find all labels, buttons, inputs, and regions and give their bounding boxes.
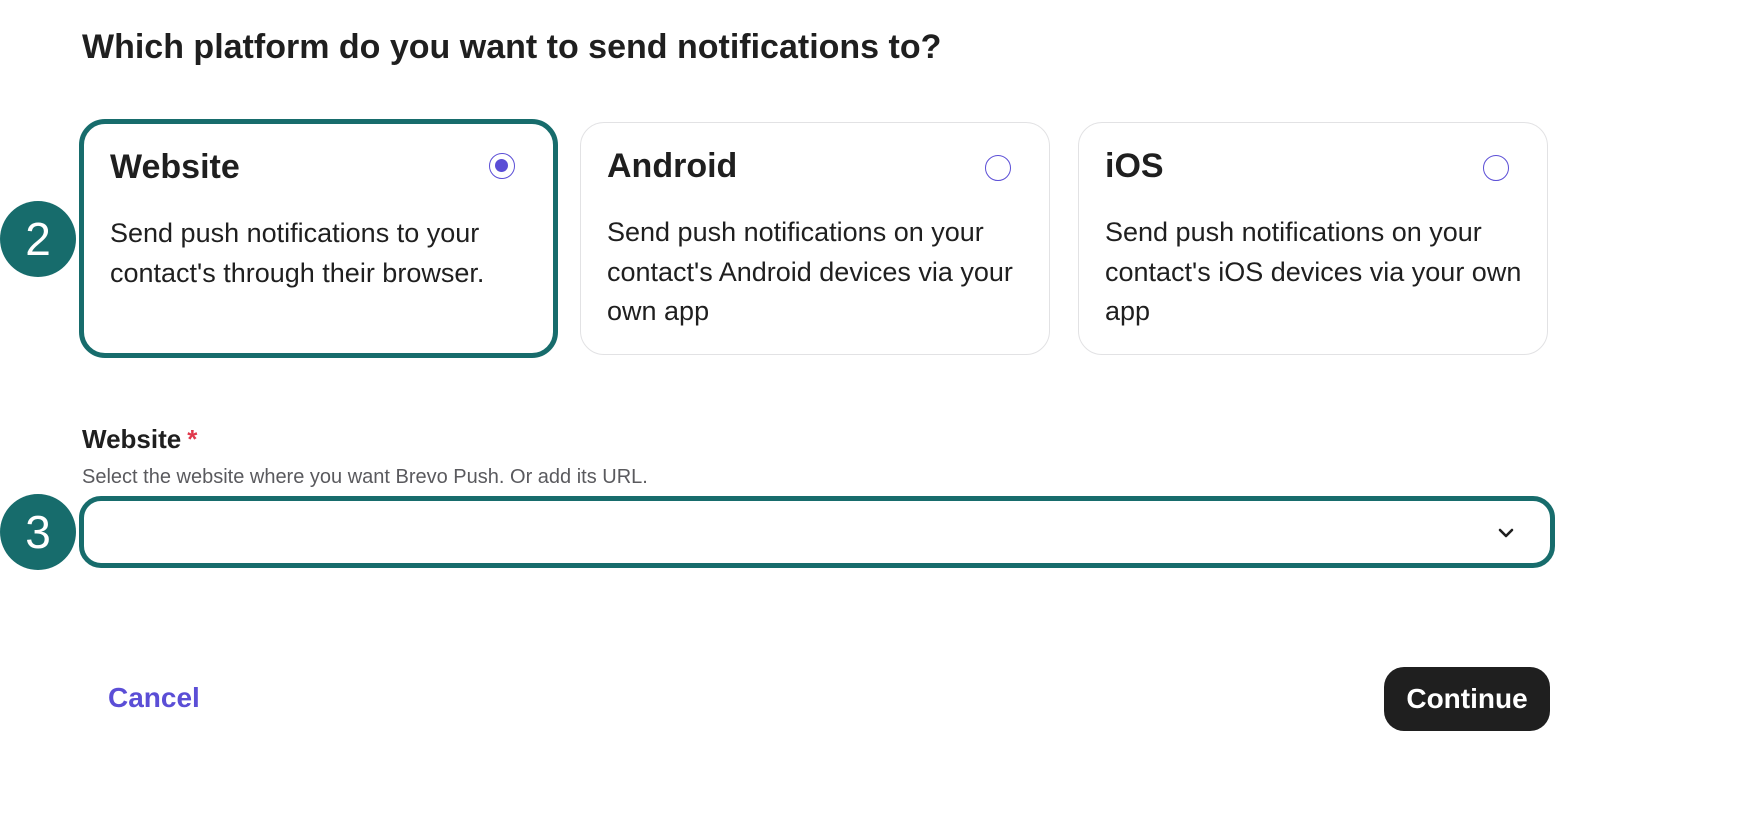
website-label-text: Website [82,424,182,454]
platform-card-ios[interactable]: iOS Send push notifications on your cont… [1078,122,1548,355]
website-field-help: Select the website where you want Brevo … [82,466,648,488]
step-badge-3: 3 [0,494,76,570]
platform-card-android[interactable]: Android Send push notifications on your … [580,122,1050,355]
page-title: Which platform do you want to send notif… [82,28,942,66]
platform-card-title: Website [110,148,240,186]
radio-unselected-icon[interactable] [1483,155,1509,181]
platform-card-description: Send push notifications on your contact'… [1105,217,1522,326]
radio-dot [495,159,508,172]
radio-selected-icon[interactable] [489,153,515,179]
platform-card-title: Android [607,147,738,185]
website-field-label: Website * [82,424,197,455]
cancel-button[interactable]: Cancel [108,682,200,714]
radio-unselected-icon[interactable] [985,155,1011,181]
platform-card-description: Send push notifications on your contact'… [607,217,1013,326]
continue-button[interactable]: Continue [1384,667,1550,731]
platform-card-website[interactable]: Website Send push notifications to your … [79,119,558,358]
chevron-down-icon [1498,528,1514,538]
required-marker: * [187,424,198,454]
website-select[interactable] [79,496,1555,568]
platform-card-title: iOS [1105,147,1164,185]
platform-card-description: Send push notifications to your contact'… [110,218,485,288]
step-badge-2: 2 [0,201,76,277]
